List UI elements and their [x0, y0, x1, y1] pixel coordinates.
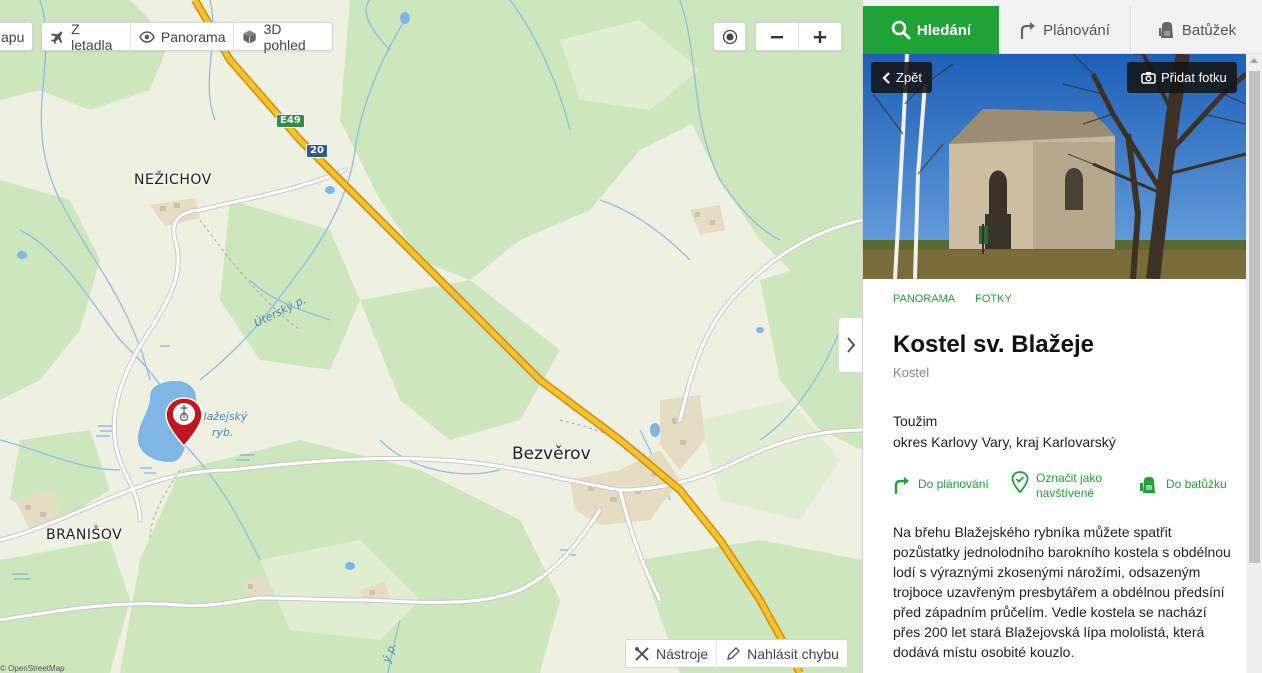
back-button[interactable]: Zpět	[871, 62, 933, 93]
collapse-panel-button[interactable]	[838, 317, 862, 373]
aerial-view-button[interactable]: Z letadla	[42, 20, 131, 53]
target-icon	[722, 29, 737, 44]
tab-planning[interactable]: Plánování	[999, 6, 1131, 54]
tab-backpack[interactable]: Batůžek	[1131, 6, 1262, 54]
route-arrow-icon	[894, 477, 909, 494]
church-poi-marker[interactable]	[164, 396, 204, 448]
address-region: okres Karlovy Vary, kraj Karlovarský	[893, 434, 1116, 450]
place-category: Kostel	[893, 365, 930, 380]
map-type-basic-button[interactable]: apu	[0, 23, 32, 50]
backpack-icon	[1140, 477, 1155, 493]
tab-planning-label: Plánování	[1043, 21, 1110, 39]
map-base-layer	[0, 0, 862, 673]
plus-icon	[813, 30, 826, 43]
zoom-in-button[interactable]	[799, 23, 842, 50]
pencil-icon	[727, 646, 741, 660]
place-title: Kostel sv. Blažeje	[893, 331, 1094, 358]
place-label-bezverov: Bezvěrov	[512, 444, 591, 464]
report-error-button[interactable]: Nahlásit chybu	[717, 640, 847, 667]
cube-icon	[243, 29, 257, 44]
3d-view-button[interactable]: 3D pohled	[234, 20, 332, 53]
photos-link[interactable]: FOTKY	[975, 293, 1012, 305]
scroll-up-arrow-icon[interactable]	[1250, 58, 1258, 63]
panorama-view-button[interactable]: Panorama	[131, 23, 235, 50]
tools-icon	[635, 646, 649, 661]
detail-panel: Hledání Plánování Batůžek Zpět Přidat fo…	[862, 0, 1262, 673]
map-credit[interactable]: © OpenStreetMap	[0, 664, 65, 673]
3d-view-label: 3D pohled	[263, 20, 306, 53]
panel-tabs: Hledání Plánování Batůžek	[863, 6, 1262, 54]
mark-visited-label: Označit jako navštívené	[1036, 471, 1102, 501]
mark-visited-button[interactable]: Označit jako navštívené	[1011, 471, 1102, 501]
panel-scrollbar[interactable]	[1246, 54, 1262, 673]
panorama-link[interactable]: PANORAMA	[893, 293, 955, 305]
locate-me-button[interactable]	[713, 22, 746, 51]
panorama-view-label: Panorama	[160, 28, 226, 45]
place-description: Na břehu Blažejského rybníka můžete spat…	[893, 524, 1231, 660]
zoom-out-button[interactable]	[756, 23, 799, 50]
address-city: Toužim	[893, 413, 938, 429]
map-type-basic-label: apu	[1, 28, 25, 45]
road-shield-e49: E49	[276, 114, 305, 128]
chevron-left-icon	[882, 71, 890, 84]
add-to-planning-label: Do plánování	[918, 477, 989, 491]
route-arrow-icon	[1021, 22, 1036, 39]
visited-pin-icon	[1011, 471, 1029, 493]
report-error-label: Nahlásit chybu	[747, 645, 839, 662]
camera-icon	[1141, 72, 1156, 84]
map-view-toolbar: Z letadla Panorama 3D pohled	[41, 20, 333, 53]
map-type-partial[interactable]: apu	[0, 22, 33, 51]
media-links: PANORAMA FOTKY	[893, 293, 1012, 305]
place-label-nezichov: NEŽICHOV	[134, 172, 212, 188]
tab-search[interactable]: Hledání	[863, 6, 999, 54]
chevron-right-icon	[846, 337, 855, 353]
add-photo-label: Přidat fotku	[1161, 70, 1227, 85]
mark-visited-line1: Označit jako	[1036, 471, 1103, 485]
tools-label: Nástroje	[656, 645, 709, 662]
pond-label-line2: ryb.	[212, 426, 234, 439]
place-label-branisov: BRANIŠOV	[46, 527, 123, 543]
add-to-backpack-label: Do batůžku	[1166, 477, 1227, 491]
road-shield-20: 20	[306, 144, 328, 158]
place-actions: Do plánování Označit jako navštívené Do …	[893, 471, 1238, 507]
add-photo-button[interactable]: Přidat fotku	[1127, 62, 1237, 93]
backpack-icon	[1158, 22, 1173, 38]
tab-backpack-label: Batůžek	[1181, 21, 1237, 39]
eye-icon	[139, 30, 155, 43]
add-to-planning-button[interactable]: Do plánování	[893, 475, 989, 495]
zoom-control	[755, 22, 842, 51]
minus-icon	[770, 35, 783, 38]
add-to-backpack-button[interactable]: Do batůžku	[1139, 475, 1227, 495]
map-canvas[interactable]: E49 20 NEŽICHOV Bezvěrov BRANIŠOV Blažej…	[0, 0, 862, 673]
search-icon	[891, 20, 911, 40]
scrollbar-thumb[interactable]	[1249, 71, 1260, 563]
tools-button[interactable]: Nástroje	[626, 640, 718, 667]
map-pin-icon	[165, 397, 203, 448]
tab-search-label: Hledání	[916, 21, 972, 39]
map-bottom-toolbar: Nástroje Nahlásit chybu	[625, 639, 848, 668]
airplane-icon	[50, 30, 63, 44]
aerial-view-label: Z letadla	[71, 20, 113, 53]
back-button-label: Zpět	[896, 70, 923, 85]
mark-visited-line2: navštívené	[1036, 486, 1095, 500]
